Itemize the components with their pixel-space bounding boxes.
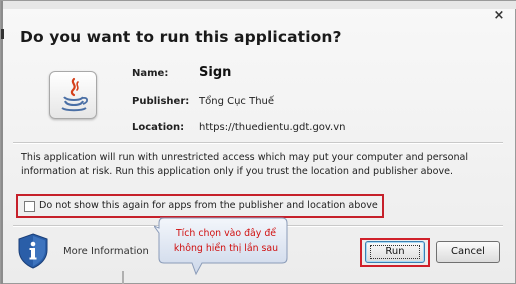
shield-info-icon xyxy=(17,233,49,269)
name-label: Name: xyxy=(132,68,169,79)
cursor-mark xyxy=(122,271,124,284)
pointer-mark xyxy=(1,29,4,39)
cancel-button[interactable]: Cancel xyxy=(436,241,500,263)
publisher-value: Tổng Cục Thuế xyxy=(199,96,275,107)
checkbox-highlight: Do not show this again for apps from the… xyxy=(16,194,384,218)
run-button[interactable]: Run xyxy=(365,241,425,263)
frame-edge xyxy=(1,1,3,284)
annotation-line-1: Tích chọn vào đây để xyxy=(175,228,277,239)
security-dialog: × Do you want to run this application? N… xyxy=(0,0,516,284)
java-icon xyxy=(49,71,97,119)
window-frame xyxy=(1,1,516,9)
separator xyxy=(13,142,503,144)
focus-ring xyxy=(370,245,420,259)
publisher-label: Publisher: xyxy=(132,96,190,107)
warning-message: This application will run with unrestric… xyxy=(21,152,469,177)
location-label: Location: xyxy=(132,122,185,133)
annotation-line-2: không hiển thị lần sau xyxy=(173,243,279,254)
dont-show-again-label[interactable]: Do not show this again for apps from the… xyxy=(39,200,378,211)
dont-show-again-checkbox[interactable] xyxy=(24,201,35,212)
location-value: https://thuedientu.gdt.gov.vn xyxy=(199,122,346,133)
dialog-title: Do you want to run this application? xyxy=(20,28,342,46)
more-information-link[interactable]: More Information xyxy=(63,246,149,257)
close-icon[interactable]: × xyxy=(491,8,507,24)
annotation-callout: Tích chọn vào đây để không hiển thị lần … xyxy=(154,216,289,276)
annotation-text: Tích chọn vào đây để không hiển thị lần … xyxy=(170,226,282,256)
name-value: Sign xyxy=(199,65,232,80)
